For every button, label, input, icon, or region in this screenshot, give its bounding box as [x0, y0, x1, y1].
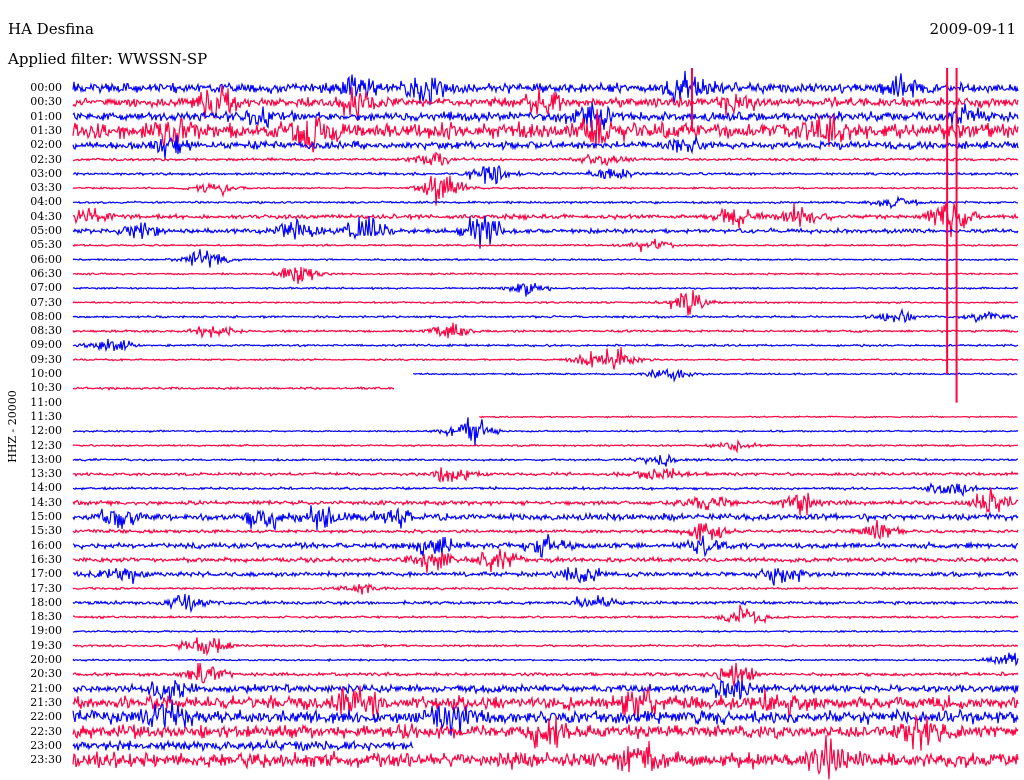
trace-row-1930	[72, 637, 1019, 657]
trace-row-0700	[72, 282, 1019, 297]
trace-row-0000	[72, 70, 1019, 106]
trace-row-1700	[72, 567, 1019, 586]
trace-row-0400	[72, 195, 1019, 210]
trace-row-0500	[72, 215, 1019, 249]
trace-row-1130	[479, 415, 1018, 419]
trace-row-1330	[72, 467, 1019, 484]
trace-row-1030	[72, 386, 395, 391]
trace-row-1000	[413, 367, 1018, 383]
trace-row-2300	[72, 738, 414, 753]
trace-row-1530	[72, 520, 1019, 542]
trace-row-1730	[72, 582, 1019, 595]
trace-row-2330	[72, 735, 1019, 780]
trace-row-0200	[72, 134, 1019, 160]
trace-row-0830	[72, 322, 1019, 339]
trace-row-2100	[72, 678, 1019, 702]
trace-row-0600	[72, 249, 1019, 268]
trace-row-1900	[72, 629, 1019, 634]
trace-row-1200	[72, 417, 1019, 447]
trace-row-0300	[72, 164, 1019, 185]
trace-row-0630	[72, 267, 1019, 284]
trace-row-2000	[72, 652, 1019, 667]
seismogram-plot	[72, 68, 1019, 780]
trace-row-0530	[72, 238, 1019, 253]
trace-row-0930	[72, 347, 1019, 370]
trace-row-1600	[72, 534, 1019, 558]
trace-row-1630	[72, 548, 1019, 573]
trace-row-0900	[72, 338, 1019, 353]
trace-row-0330	[72, 175, 1019, 206]
trace-row-1400	[72, 481, 1019, 498]
trace-row-0800	[72, 307, 1019, 324]
trace-row-1430	[72, 487, 1019, 516]
trace-row-2030	[72, 662, 1019, 687]
trace-row-1800	[72, 593, 1019, 614]
trace-row-1300	[72, 453, 1019, 467]
trace-row-1230	[72, 438, 1019, 454]
trace-row-0230	[72, 151, 1019, 167]
trace-row-0730	[72, 289, 1019, 316]
trace-row-1830	[72, 604, 1019, 625]
